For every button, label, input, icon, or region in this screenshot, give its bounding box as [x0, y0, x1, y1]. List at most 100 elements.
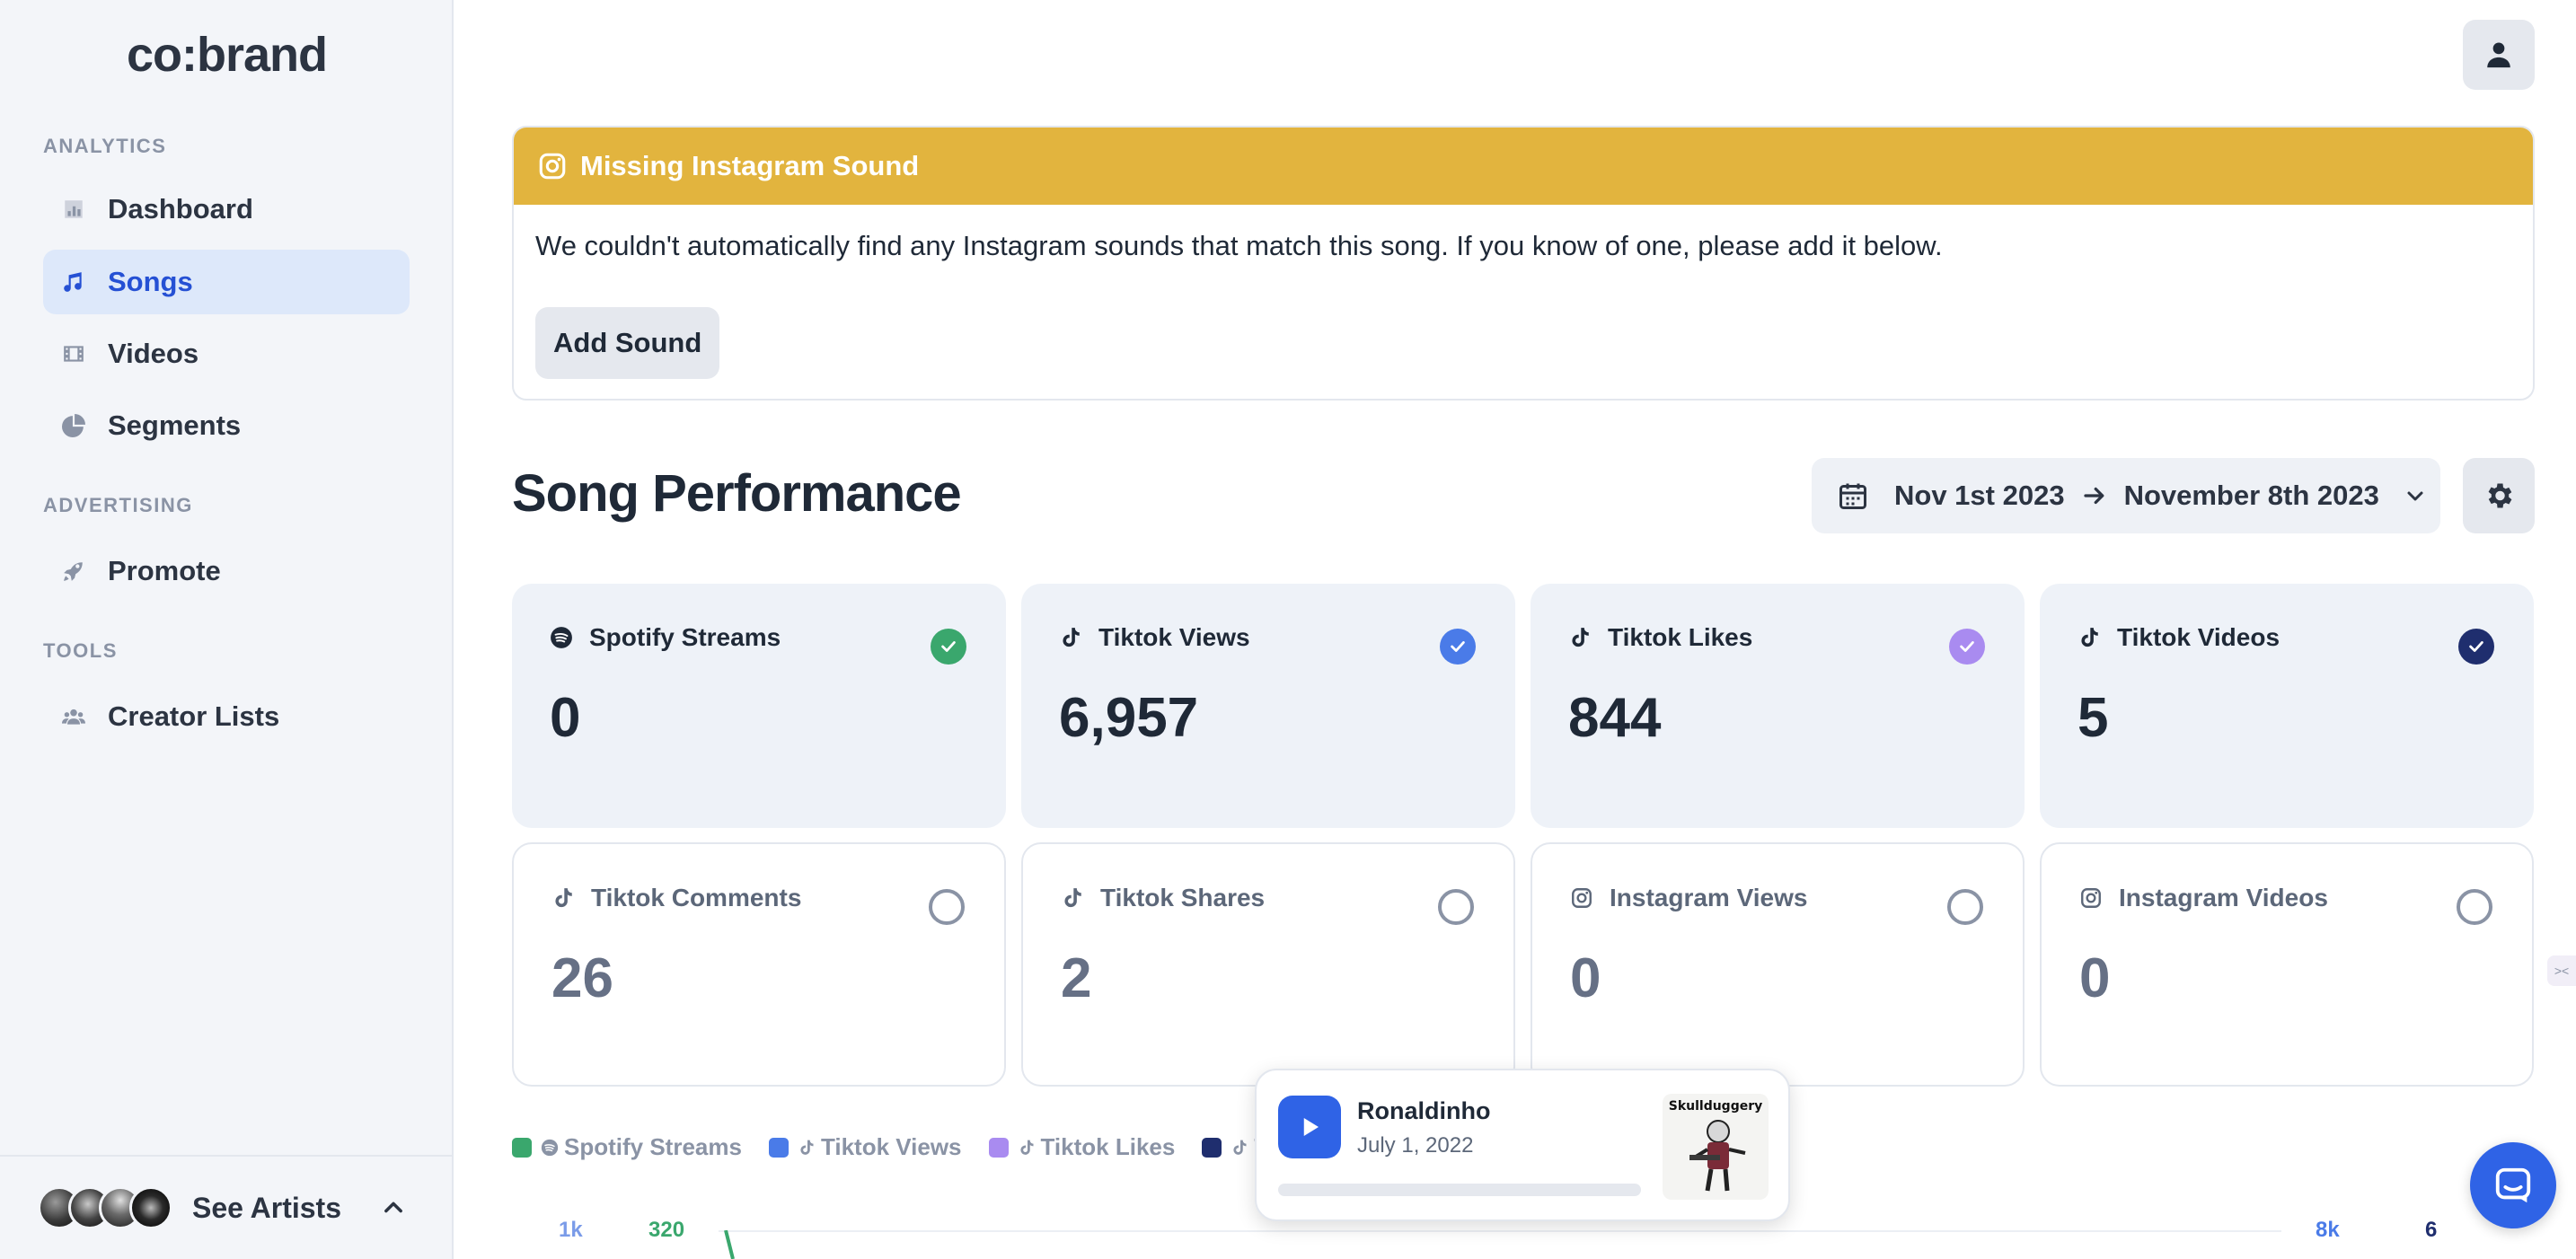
album-art: Skullduggery: [1663, 1094, 1769, 1200]
legend-item-spotify-streams[interactable]: Spotify Streams: [512, 1133, 742, 1161]
unchecked-circle-icon[interactable]: [2457, 889, 2492, 925]
chat-support-button[interactable]: [2470, 1142, 2556, 1228]
audio-player: Ronaldinho July 1, 2022 Skullduggery: [1255, 1069, 1790, 1221]
nav-section-advertising: ADVERTISING: [43, 494, 193, 516]
sidebar-item-creator-lists[interactable]: Creator Lists: [43, 684, 410, 749]
chart-settings-button[interactable]: [2463, 458, 2535, 533]
metric-card-tiktok-likes[interactable]: Tiktok Likes 844: [1531, 584, 2025, 828]
music-note-icon: [61, 269, 86, 295]
sidebar-item-videos[interactable]: Videos: [43, 321, 410, 386]
metric-card-tiktok-views[interactable]: Tiktok Views 6,957: [1021, 584, 1515, 828]
axis-tick-left-views: 1k: [559, 1218, 583, 1242]
tiktok-icon: [555, 888, 572, 908]
user-icon: [2487, 42, 2510, 68]
metric-card-tiktok-videos[interactable]: Tiktok Videos 5: [2040, 584, 2534, 828]
legend-label: Tiktok Views: [820, 1133, 962, 1160]
artist-avatars: [38, 1186, 172, 1229]
sidebar-item-label: Videos: [108, 338, 199, 369]
axis-tick-right-videos: 6: [2425, 1218, 2438, 1242]
alert-header: Missing Instagram Sound: [514, 128, 2533, 205]
metric-value: 26: [551, 947, 613, 1009]
metric-label: Spotify Streams: [589, 623, 781, 651]
sidebar-item-label: Creator Lists: [108, 700, 280, 732]
instagram-icon: [1572, 888, 1592, 908]
arrow-right-icon: [2083, 487, 2104, 505]
legend-swatch: [1202, 1137, 1222, 1158]
see-artists-button[interactable]: See Artists: [0, 1155, 454, 1259]
metric-label: Instagram Views: [1610, 884, 1808, 911]
see-artists-label: See Artists: [192, 1191, 341, 1224]
unchecked-circle-icon[interactable]: [929, 889, 965, 925]
check-icon[interactable]: [1949, 629, 1985, 665]
sidebar-item-songs[interactable]: Songs: [43, 250, 410, 314]
sidebar-item-promote[interactable]: Promote: [43, 539, 410, 603]
sidebar-item-segments[interactable]: Segments: [43, 393, 410, 458]
alert-title: Missing Instagram Sound: [580, 150, 920, 181]
track-title: Ronaldinho: [1357, 1097, 1491, 1124]
legend-item-tiktok-likes[interactable]: Tiktok Likes: [988, 1133, 1176, 1161]
tiktok-icon: [1572, 628, 1589, 647]
metric-label: Tiktok Likes: [1608, 623, 1753, 651]
alert-message: We couldn't automatically find any Insta…: [535, 230, 1943, 261]
metric-card-instagram-views[interactable]: Instagram Views 0: [1531, 842, 2025, 1087]
film-icon: [61, 341, 86, 366]
playback-progress-bar[interactable]: [1278, 1184, 1641, 1196]
unchecked-circle-icon[interactable]: [1438, 889, 1474, 925]
users-icon: [61, 704, 86, 729]
legend-label: Tiktok Likes: [1040, 1133, 1176, 1160]
missing-instagram-sound-alert: Missing Instagram Sound We couldn't auto…: [512, 126, 2535, 401]
nav-section-analytics: ANALYTICS: [43, 135, 167, 157]
metric-label: Instagram Videos: [2119, 884, 2328, 911]
chevron-up-icon: [384, 1202, 402, 1213]
play-icon: [1303, 1118, 1319, 1136]
date-to: November 8th 2023: [2123, 480, 2379, 511]
metric-card-tiktok-comments[interactable]: Tiktok Comments 26: [512, 842, 1006, 1087]
edge-handle-icon[interactable]: ><: [2547, 955, 2576, 986]
metric-card-tiktok-shares[interactable]: Tiktok Shares 2: [1021, 842, 1515, 1087]
metric-value: 0: [550, 687, 581, 749]
avatar: [129, 1186, 172, 1229]
metric-value: 2: [1061, 947, 1092, 1009]
metric-label: Tiktok Shares: [1100, 884, 1266, 911]
metric-value: 0: [1570, 947, 1601, 1009]
tiktok-icon: [1233, 1140, 1247, 1155]
check-icon[interactable]: [1440, 629, 1476, 665]
metric-value: 0: [2079, 947, 2111, 1009]
chevron-down-icon: [2407, 491, 2423, 501]
check-icon[interactable]: [931, 629, 966, 665]
legend-item-tiktok-views[interactable]: Tiktok Views: [768, 1133, 962, 1161]
tiktok-icon: [1063, 628, 1080, 647]
chart-legend: Spotify Streams Tiktok Views Tiktok Like…: [512, 1133, 1295, 1161]
metric-value: 5: [2078, 687, 2109, 749]
tiktok-icon: [2081, 628, 2098, 647]
gear-icon: [2488, 483, 2512, 508]
legend-swatch: [768, 1137, 789, 1158]
sidebar-item-label: Segments: [108, 409, 242, 441]
sidebar-item-dashboard[interactable]: Dashboard: [43, 177, 410, 242]
sidebar-item-label: Promote: [108, 555, 221, 586]
spotify-icon: [551, 627, 572, 648]
instagram-icon: [539, 153, 566, 180]
metric-card-spotify-streams[interactable]: Spotify Streams 0: [512, 584, 1006, 828]
legend-swatch: [512, 1137, 532, 1158]
sidebar-item-label: Dashboard: [108, 193, 253, 225]
track-release-date: July 1, 2022: [1357, 1133, 1474, 1158]
tiktok-icon: [800, 1140, 814, 1155]
sidebar: co:brand ANALYTICS Dashboard Songs Video…: [0, 0, 454, 1259]
page-title: Song Performance: [512, 464, 962, 523]
unchecked-circle-icon[interactable]: [1947, 889, 1983, 925]
legend-label: Spotify Streams: [564, 1133, 742, 1160]
metric-card-instagram-videos[interactable]: Instagram Videos 0: [2040, 842, 2534, 1087]
chart-gridline: [719, 1230, 2281, 1232]
add-sound-button[interactable]: Add Sound: [535, 307, 720, 379]
date-range-picker[interactable]: Nov 1st 2023 November 8th 2023: [1812, 458, 2440, 533]
metric-value: 6,957: [1059, 687, 1199, 749]
pie-chart-icon: [61, 413, 86, 438]
check-icon[interactable]: [2458, 629, 2494, 665]
axis-tick-right-likes: 8k: [2316, 1218, 2340, 1242]
brand-logo[interactable]: co:brand: [0, 27, 454, 83]
user-menu-button[interactable]: [2463, 20, 2535, 90]
tiktok-icon: [1019, 1140, 1034, 1155]
calendar-icon: [1839, 483, 1866, 509]
play-button[interactable]: [1278, 1096, 1341, 1158]
